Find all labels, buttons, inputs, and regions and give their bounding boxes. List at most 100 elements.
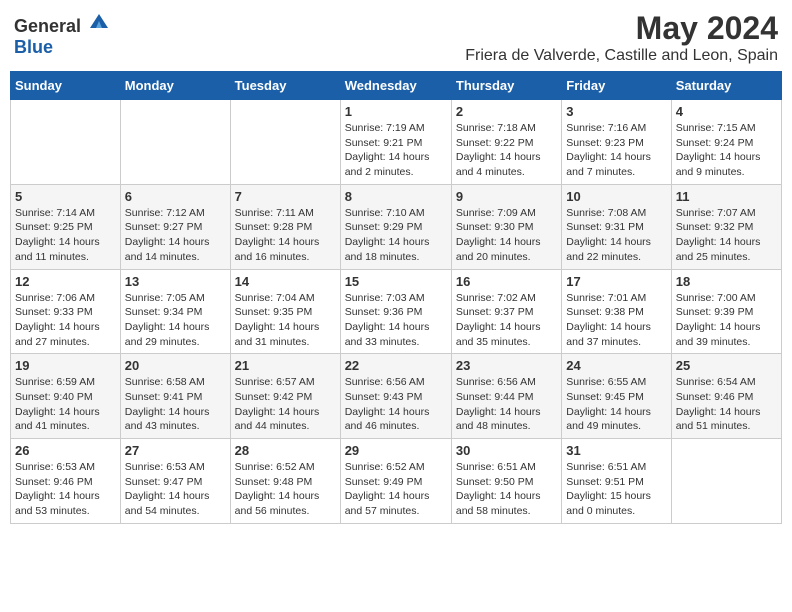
calendar-cell: 19Sunrise: 6:59 AM Sunset: 9:40 PM Dayli… xyxy=(11,354,121,439)
day-number: 18 xyxy=(676,274,777,289)
day-number: 4 xyxy=(676,104,777,119)
calendar-cell: 1 Sunrise: 7:19 AM Sunset: 9:21 PM Daylig… xyxy=(340,100,451,185)
day-info: Sunrise: 7:06 AM Sunset: 9:33 PM Dayligh… xyxy=(15,291,116,350)
calendar-cell: 22 Sunrise: 6:56 AM Sunset: 9:43 PM Dayli… xyxy=(340,354,451,439)
day-header-sunday: Sunday xyxy=(11,72,121,100)
calendar-cell xyxy=(230,100,340,185)
calendar-cell: 11 Sunrise: 7:07 AM Sunset: 9:32 PM Dayli… xyxy=(671,184,781,269)
day-info: Sunrise: 6:52 AM Sunset: 9:48 PM Dayligh… xyxy=(235,460,336,519)
day-info: Sunrise: 6:59 AM Sunset: 9:40 PM Dayligh… xyxy=(15,375,116,434)
day-info: Sunrise: 6:56 AM Sunset: 9:43 PM Dayligh… xyxy=(345,375,447,434)
calendar-cell: 31Sunrise: 6:51 AM Sunset: 9:51 PM Dayli… xyxy=(562,439,671,524)
day-number: 8 xyxy=(345,189,447,204)
day-info: Sunrise: 7:08 AM Sunset: 9:31 PM Dayligh… xyxy=(566,206,666,265)
day-info: Sunrise: 6:54 AM Sunset: 9:46 PM Dayligh… xyxy=(676,375,777,434)
day-info: Sunrise: 6:56 AM Sunset: 9:44 PM Dayligh… xyxy=(456,375,557,434)
day-number: 12 xyxy=(15,274,116,289)
calendar-cell: 14 Sunrise: 7:04 AM Sunset: 9:35 PM Dayli… xyxy=(230,269,340,354)
calendar-week-1: 1 Sunrise: 7:19 AM Sunset: 9:21 PM Daylig… xyxy=(11,100,782,185)
day-info: Sunrise: 7:02 AM Sunset: 9:37 PM Dayligh… xyxy=(456,291,557,350)
calendar-cell: 16 Sunrise: 7:02 AM Sunset: 9:37 PM Dayli… xyxy=(451,269,561,354)
main-title: May 2024 xyxy=(465,10,778,47)
day-info: Sunrise: 7:07 AM Sunset: 9:32 PM Dayligh… xyxy=(676,206,777,265)
calendar-cell: 6 Sunrise: 7:12 AM Sunset: 9:27 PM Daylig… xyxy=(120,184,230,269)
calendar-week-3: 12 Sunrise: 7:06 AM Sunset: 9:33 PM Dayli… xyxy=(11,269,782,354)
day-info: Sunrise: 7:14 AM Sunset: 9:25 PM Dayligh… xyxy=(15,206,116,265)
day-info: Sunrise: 7:15 AM Sunset: 9:24 PM Dayligh… xyxy=(676,121,777,180)
day-info: Sunrise: 7:19 AM Sunset: 9:21 PM Dayligh… xyxy=(345,121,447,180)
day-info: Sunrise: 6:55 AM Sunset: 9:45 PM Dayligh… xyxy=(566,375,666,434)
day-number: 16 xyxy=(456,274,557,289)
day-info: Sunrise: 7:09 AM Sunset: 9:30 PM Dayligh… xyxy=(456,206,557,265)
calendar-cell: 15Sunrise: 7:03 AM Sunset: 9:36 PM Dayli… xyxy=(340,269,451,354)
day-info: Sunrise: 6:57 AM Sunset: 9:42 PM Dayligh… xyxy=(235,375,336,434)
calendar-cell: 28 Sunrise: 6:52 AM Sunset: 9:48 PM Dayli… xyxy=(230,439,340,524)
day-number: 21 xyxy=(235,358,336,373)
day-number: 20 xyxy=(125,358,226,373)
day-number: 30 xyxy=(456,443,557,458)
day-number: 1 xyxy=(345,104,447,119)
calendar-cell: 24 Sunrise: 6:55 AM Sunset: 9:45 PM Dayli… xyxy=(562,354,671,439)
calendar-cell: 10Sunrise: 7:08 AM Sunset: 9:31 PM Dayli… xyxy=(562,184,671,269)
day-number: 24 xyxy=(566,358,666,373)
day-number: 22 xyxy=(345,358,447,373)
day-info: Sunrise: 6:53 AM Sunset: 9:46 PM Dayligh… xyxy=(15,460,116,519)
calendar-week-5: 26 Sunrise: 6:53 AM Sunset: 9:46 PM Dayli… xyxy=(11,439,782,524)
calendar-week-2: 5 Sunrise: 7:14 AM Sunset: 9:25 PM Daylig… xyxy=(11,184,782,269)
day-info: Sunrise: 7:05 AM Sunset: 9:34 PM Dayligh… xyxy=(125,291,226,350)
day-number: 25 xyxy=(676,358,777,373)
calendar-cell: 13 Sunrise: 7:05 AM Sunset: 9:34 PM Dayli… xyxy=(120,269,230,354)
day-number: 7 xyxy=(235,189,336,204)
day-number: 3 xyxy=(566,104,666,119)
day-info: Sunrise: 7:04 AM Sunset: 9:35 PM Dayligh… xyxy=(235,291,336,350)
day-number: 29 xyxy=(345,443,447,458)
day-info: Sunrise: 6:53 AM Sunset: 9:47 PM Dayligh… xyxy=(125,460,226,519)
calendar-cell: 8 Sunrise: 7:10 AM Sunset: 9:29 PM Daylig… xyxy=(340,184,451,269)
day-number: 26 xyxy=(15,443,116,458)
day-info: Sunrise: 6:51 AM Sunset: 9:50 PM Dayligh… xyxy=(456,460,557,519)
calendar-cell: 21 Sunrise: 6:57 AM Sunset: 9:42 PM Dayli… xyxy=(230,354,340,439)
day-number: 23 xyxy=(456,358,557,373)
calendar-table: SundayMondayTuesdayWednesdayThursdayFrid… xyxy=(10,71,782,524)
calendar-cell xyxy=(120,100,230,185)
day-info: Sunrise: 7:16 AM Sunset: 9:23 PM Dayligh… xyxy=(566,121,666,180)
day-number: 6 xyxy=(125,189,226,204)
day-number: 15 xyxy=(345,274,447,289)
day-info: Sunrise: 7:00 AM Sunset: 9:39 PM Dayligh… xyxy=(676,291,777,350)
calendar-cell: 2Sunrise: 7:18 AM Sunset: 9:22 PM Daylig… xyxy=(451,100,561,185)
calendar-cell: 27 Sunrise: 6:53 AM Sunset: 9:47 PM Dayli… xyxy=(120,439,230,524)
logo-blue: Blue xyxy=(14,37,53,57)
subtitle: Friera de Valverde, Castille and Leon, S… xyxy=(465,47,778,65)
day-info: Sunrise: 6:51 AM Sunset: 9:51 PM Dayligh… xyxy=(566,460,666,519)
day-number: 17 xyxy=(566,274,666,289)
day-info: Sunrise: 6:58 AM Sunset: 9:41 PM Dayligh… xyxy=(125,375,226,434)
calendar-cell: 3 Sunrise: 7:16 AM Sunset: 9:23 PM Daylig… xyxy=(562,100,671,185)
day-number: 11 xyxy=(676,189,777,204)
day-info: Sunrise: 7:12 AM Sunset: 9:27 PM Dayligh… xyxy=(125,206,226,265)
logo-general: General xyxy=(14,16,81,36)
calendar-cell: 29 Sunrise: 6:52 AM Sunset: 9:49 PM Dayli… xyxy=(340,439,451,524)
logo-icon xyxy=(88,10,110,32)
day-number: 9 xyxy=(456,189,557,204)
day-number: 5 xyxy=(15,189,116,204)
calendar-cell: 17Sunrise: 7:01 AM Sunset: 9:38 PM Dayli… xyxy=(562,269,671,354)
day-info: Sunrise: 6:52 AM Sunset: 9:49 PM Dayligh… xyxy=(345,460,447,519)
day-header-saturday: Saturday xyxy=(671,72,781,100)
calendar-cell: 20 Sunrise: 6:58 AM Sunset: 9:41 PM Dayli… xyxy=(120,354,230,439)
day-number: 13 xyxy=(125,274,226,289)
day-number: 27 xyxy=(125,443,226,458)
day-header-monday: Monday xyxy=(120,72,230,100)
calendar-header-row: SundayMondayTuesdayWednesdayThursdayFrid… xyxy=(11,72,782,100)
day-number: 14 xyxy=(235,274,336,289)
day-info: Sunrise: 7:10 AM Sunset: 9:29 PM Dayligh… xyxy=(345,206,447,265)
calendar-cell: 9 Sunrise: 7:09 AM Sunset: 9:30 PM Daylig… xyxy=(451,184,561,269)
calendar-week-4: 19Sunrise: 6:59 AM Sunset: 9:40 PM Dayli… xyxy=(11,354,782,439)
day-info: Sunrise: 7:11 AM Sunset: 9:28 PM Dayligh… xyxy=(235,206,336,265)
day-number: 28 xyxy=(235,443,336,458)
day-header-friday: Friday xyxy=(562,72,671,100)
day-header-tuesday: Tuesday xyxy=(230,72,340,100)
day-info: Sunrise: 7:18 AM Sunset: 9:22 PM Dayligh… xyxy=(456,121,557,180)
calendar-cell: 7 Sunrise: 7:11 AM Sunset: 9:28 PM Daylig… xyxy=(230,184,340,269)
calendar-cell: 18 Sunrise: 7:00 AM Sunset: 9:39 PM Dayli… xyxy=(671,269,781,354)
calendar-cell xyxy=(671,439,781,524)
